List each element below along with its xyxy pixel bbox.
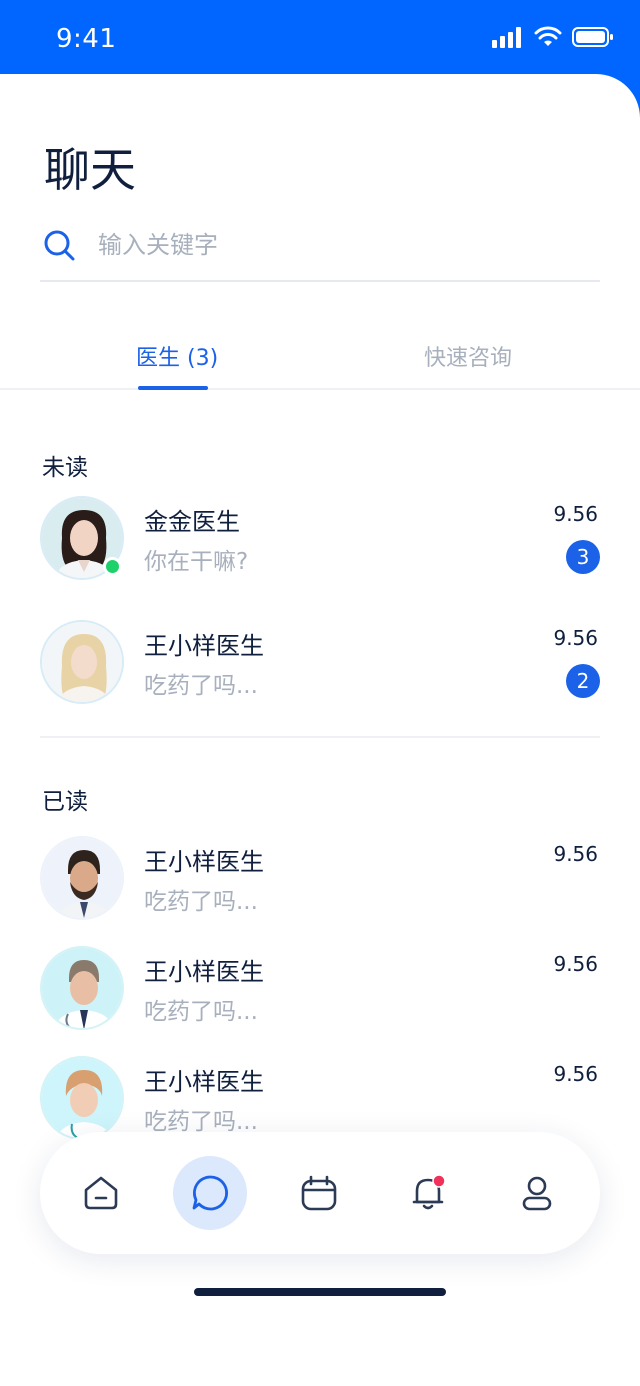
- avatar: [40, 946, 124, 1030]
- chat-message-preview: 你在干嘛?: [144, 549, 249, 575]
- unread-count-badge: 2: [566, 664, 600, 698]
- chat-item[interactable]: 王小样医生 吃药了吗... 9.56: [40, 946, 600, 1032]
- wifi-icon: [534, 26, 562, 46]
- doctor-avatar-image: [42, 838, 122, 918]
- nav-calendar[interactable]: [282, 1156, 356, 1230]
- chat-item[interactable]: 王小样医生 吃药了吗... 9.56 2: [40, 620, 600, 706]
- chat-time: 9.56: [553, 626, 598, 650]
- doctor-avatar-image: [42, 622, 122, 702]
- bottom-nav: [40, 1132, 600, 1254]
- section-unread-label: 未读: [42, 455, 88, 481]
- chat-message-preview: 吃药了吗...: [144, 673, 258, 699]
- chat-item[interactable]: 金金医生 你在干嘛? 9.56 3: [40, 496, 600, 582]
- chat-item[interactable]: 王小样医生 吃药了吗... 9.56: [40, 1056, 600, 1142]
- nav-profile[interactable]: [500, 1156, 574, 1230]
- nav-home[interactable]: [64, 1156, 138, 1230]
- home-icon: [84, 1176, 118, 1210]
- search-input[interactable]: [98, 231, 578, 259]
- active-tab-indicator: [138, 386, 208, 390]
- chat-time: 9.56: [553, 1062, 598, 1086]
- page-title: 聊天: [44, 143, 136, 197]
- home-indicator: [194, 1288, 446, 1296]
- bell-icon: [412, 1174, 446, 1210]
- status-bar: 9:41: [0, 0, 640, 80]
- search-bar[interactable]: [40, 210, 600, 282]
- chat-name: 王小样医生: [144, 848, 264, 876]
- chat-name: 王小样医生: [144, 632, 264, 660]
- chat-item[interactable]: 王小样医生 吃药了吗... 9.56: [40, 836, 600, 922]
- battery-icon: [572, 27, 613, 47]
- avatar: [40, 1056, 124, 1140]
- status-time: 9:41: [56, 24, 117, 54]
- signal-icon: [492, 27, 521, 48]
- chat-message-preview: 吃药了吗...: [144, 1109, 258, 1135]
- chat-time: 9.56: [553, 502, 598, 526]
- chat-icon: [192, 1175, 229, 1211]
- doctor-avatar-image: [42, 1058, 122, 1138]
- chat-message-preview: 吃药了吗...: [144, 999, 258, 1025]
- profile-icon: [522, 1176, 552, 1211]
- calendar-icon: [301, 1175, 337, 1211]
- chat-name: 王小样医生: [144, 1068, 264, 1096]
- status-icons: [492, 26, 614, 48]
- chat-message-preview: 吃药了吗...: [144, 889, 258, 915]
- avatar: [40, 836, 124, 920]
- tab-bar: 医生 (3) 快速咨询: [0, 322, 640, 390]
- tab-quick-consult[interactable]: 快速咨询: [424, 340, 512, 372]
- section-divider: [40, 736, 600, 738]
- notification-dot: [432, 1174, 446, 1188]
- nav-chat[interactable]: [173, 1156, 247, 1230]
- chat-time: 9.56: [553, 952, 598, 976]
- avatar: [40, 620, 124, 704]
- online-status-dot: [103, 557, 122, 576]
- search-icon[interactable]: [42, 228, 76, 262]
- nav-notifications[interactable]: [391, 1156, 465, 1230]
- chat-name: 王小样医生: [144, 958, 264, 986]
- doctor-avatar-image: [42, 948, 122, 1028]
- section-read-label: 已读: [42, 789, 88, 815]
- chat-name: 金金医生: [144, 508, 240, 536]
- tab-doctors[interactable]: 医生 (3): [136, 340, 218, 372]
- chat-time: 9.56: [553, 842, 598, 866]
- unread-count-badge: 3: [566, 540, 600, 574]
